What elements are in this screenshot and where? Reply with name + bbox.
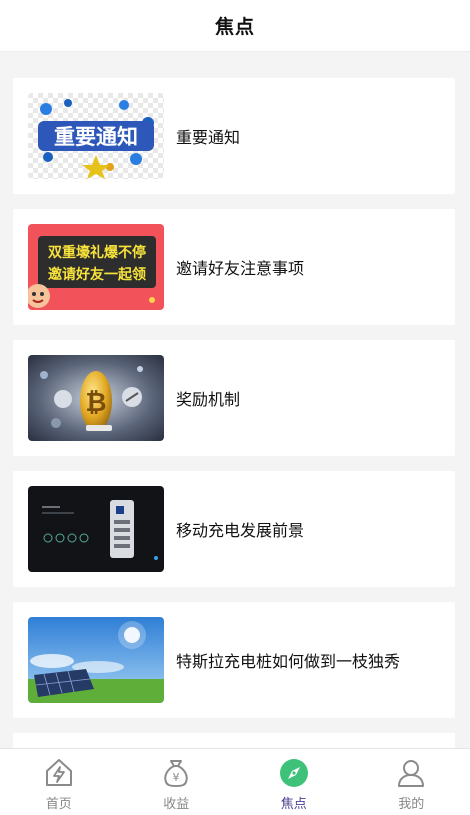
- article-thumbnail-notice: 重要通知: [28, 93, 164, 179]
- reward-coin-image: ₿: [28, 355, 164, 441]
- article-card[interactable]: 重要通知 重要通知: [13, 78, 455, 194]
- tab-focus-label: 焦点: [280, 796, 307, 811]
- money-bag-icon: ¥: [164, 760, 188, 788]
- article-thumbnail-charging-device: [28, 486, 164, 572]
- article-title: 奖励机制: [176, 392, 241, 409]
- article-list: 重要通知 重要通知 双重壕礼爆不停 邀请好友一起领 邀请好友注意事项 ₿ 奖励机…: [13, 78, 455, 733]
- invite-banner-line1: 双重壕礼爆不停: [48, 244, 146, 261]
- article-title: 重要通知: [176, 130, 241, 147]
- page-header: 焦点: [0, 0, 470, 52]
- charging-device-image: [28, 486, 164, 572]
- article-card[interactable]: 双重壕礼爆不停 邀请好友一起领 邀请好友注意事项: [13, 209, 455, 325]
- article-thumbnail-solar: [28, 617, 164, 703]
- page-title: 焦点: [214, 17, 255, 38]
- article-thumbnail-reward: ₿: [28, 355, 164, 441]
- user-icon: [398, 760, 425, 787]
- tab-earnings-label: 收益: [163, 796, 190, 811]
- article-card[interactable]: 特斯拉充电桩如何做到一枝独秀: [13, 602, 455, 718]
- article-title: 特斯拉充电桩如何做到一枝独秀: [176, 654, 401, 671]
- tab-profile-label: 我的: [398, 796, 425, 811]
- svg-text:₿: ₿: [85, 388, 106, 418]
- invite-banner-image: 双重壕礼爆不停 邀请好友一起领: [28, 224, 164, 310]
- app-root: 焦点 重要通知 重要通知 双重壕礼爆不停 邀请好友一起领 邀请好友注意事项 ₿ …: [0, 0, 470, 815]
- bottom-tab-bar: 首页 ¥ 收益 焦点 我的: [0, 748, 470, 815]
- tab-home[interactable]: 首页: [0, 749, 118, 815]
- solar-panels-image: [28, 617, 164, 703]
- article-thumbnail-invite: 双重壕礼爆不停 邀请好友一起领: [28, 224, 164, 310]
- notice-banner-text: 重要通知: [54, 125, 138, 149]
- article-title: 移动充电发展前景: [176, 523, 305, 540]
- notice-banner-image: 重要通知: [28, 93, 164, 179]
- home-bolt-icon: [45, 759, 72, 786]
- tab-profile[interactable]: 我的: [353, 749, 470, 815]
- article-card[interactable]: 移动充电发展前景: [13, 471, 455, 587]
- article-title: 邀请好友注意事项: [176, 261, 305, 278]
- compass-icon: [279, 759, 308, 787]
- tab-earnings[interactable]: ¥ 收益: [118, 749, 236, 815]
- article-card[interactable]: ₿ 奖励机制: [13, 340, 455, 456]
- svg-text:¥: ¥: [173, 771, 180, 784]
- tab-home-label: 首页: [45, 796, 72, 811]
- tab-focus[interactable]: 焦点: [235, 749, 353, 815]
- invite-banner-line2: 邀请好友一起领: [48, 266, 146, 283]
